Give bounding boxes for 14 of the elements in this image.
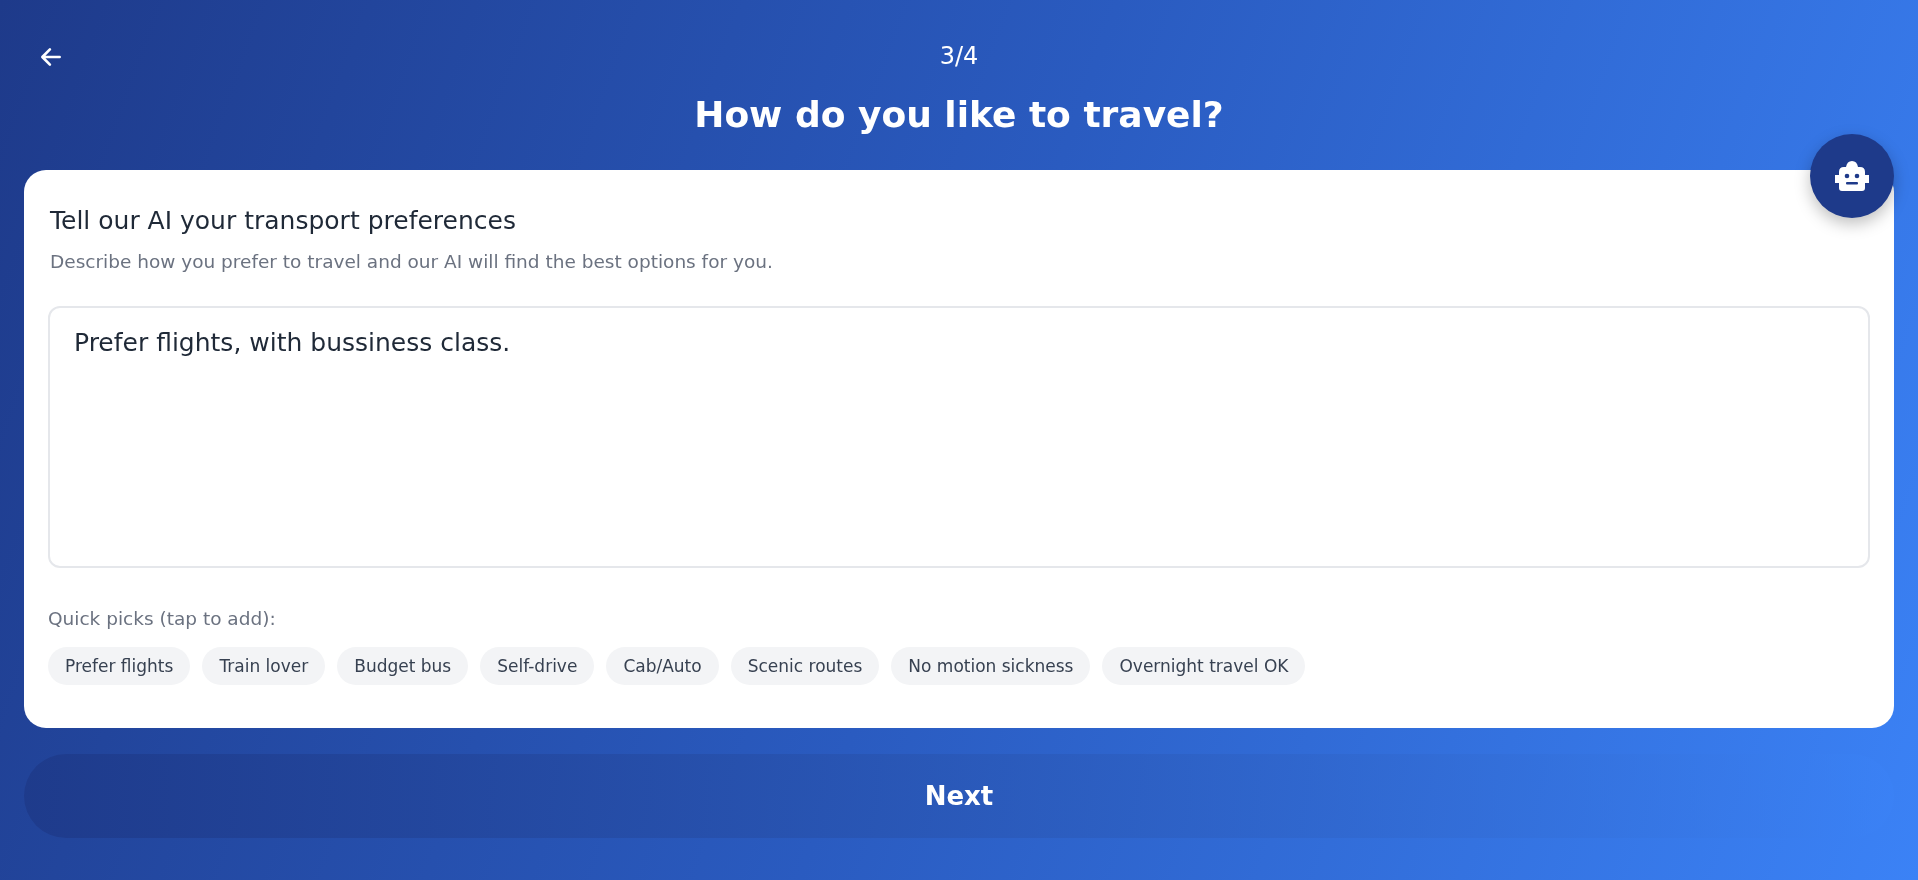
card-subtitle: Describe how you prefer to travel and our AI will find the best options for you.	[50, 251, 774, 272]
quick-pick-chip[interactable]: No motion sickness	[891, 647, 1091, 685]
card-title: Tell our AI your transport preferences	[50, 206, 517, 235]
page-title: How do you like to travel?	[693, 94, 1225, 137]
quick-pick-chip[interactable]: Train lover	[202, 647, 326, 685]
quick-pick-chip[interactable]: Scenic routes	[730, 647, 880, 685]
quick-pick-chip[interactable]: Self-drive	[480, 647, 595, 685]
quick-pick-chip[interactable]: Prefer flights	[48, 647, 191, 685]
step-counter: 3/4	[939, 42, 979, 70]
quick-pick-chip[interactable]: Overnight travel OK	[1102, 647, 1306, 685]
quick-pick-chip[interactable]: Cab/Auto	[606, 647, 719, 685]
quick-pick-chip[interactable]: Budget bus	[337, 647, 469, 685]
preferences-input[interactable]: Prefer flights, with bussiness class.	[48, 306, 1870, 568]
quick-picks-label: Quick picks (tap to add):	[48, 608, 277, 629]
